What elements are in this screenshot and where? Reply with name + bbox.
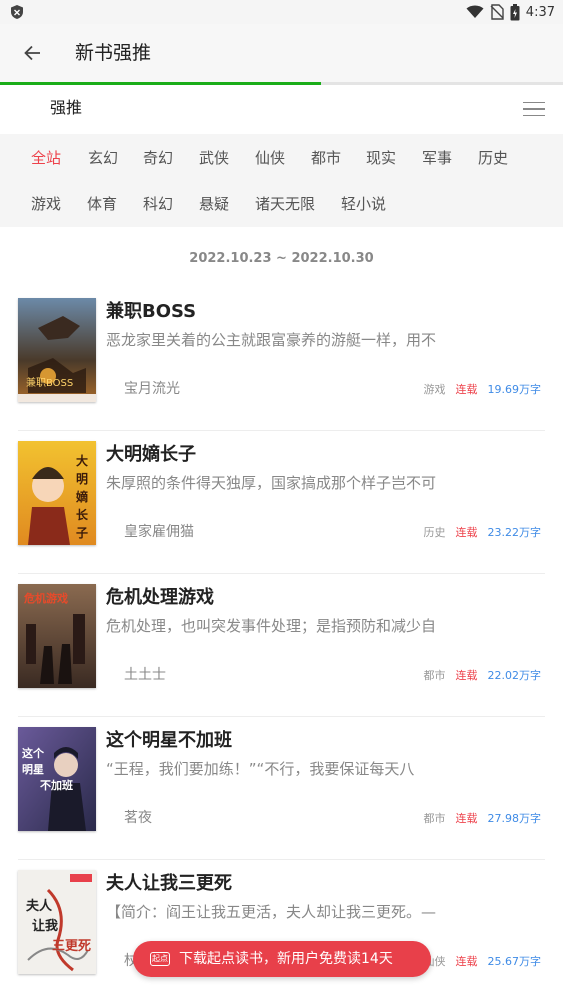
book-genre: 都市 (423, 669, 446, 682)
cover-title-2: 明 (76, 472, 88, 486)
tab-row: 强推 (0, 85, 563, 134)
cover-title-3: 不加班 (40, 778, 73, 792)
book-author: 皇家雇佣猫 (124, 524, 194, 540)
no-sim-icon (490, 4, 504, 20)
book-cover: 危机游戏 (18, 584, 96, 688)
category-item[interactable]: 科幻 (143, 194, 173, 214)
book-cover: 兼职BOSS (18, 298, 96, 402)
category-item[interactable]: 悬疑 (199, 194, 229, 214)
book-word-count: 23.22万字 (487, 526, 542, 539)
book-status: 连载 (455, 955, 478, 968)
app-bar: 新书强推 (0, 24, 563, 82)
book-genre: 都市 (423, 812, 446, 825)
book-description: 【简介：阎王让我五更活，夫人却让我三更死。— (106, 903, 437, 921)
arrow-left-icon (24, 45, 40, 61)
status-bar: 4:37 (0, 0, 563, 24)
page-title: 新书强推 (75, 42, 152, 64)
battery-icon (510, 3, 520, 21)
book-title: 兼职BOSS (106, 301, 197, 322)
book-item[interactable]: 大 明 嫡 长 子 大明嫡长子 朱厚照的条件得天独厚，国家搞成那个样子岂不可 皇… (0, 431, 563, 574)
book-status: 连载 (455, 669, 478, 682)
book-item[interactable]: 这个 明星 不加班 这个明星不加班 “王程，我们要加练！”“不行，我要保证每天八… (0, 717, 563, 860)
cover-title: 危机游戏 (23, 591, 68, 605)
category-item[interactable]: 全站 (31, 148, 61, 168)
category-item[interactable]: 玄幻 (88, 148, 118, 168)
book-cover: 夫人 让我 三更死 (18, 870, 96, 974)
cover-title-2: 明星 (22, 763, 44, 776)
download-app-button[interactable]: 起点 下载起点读书，新用户免费读14天 (133, 941, 431, 977)
book-meta: 仙侠 连载 25.67万字 (424, 954, 542, 970)
back-button[interactable] (18, 38, 48, 68)
tab-recommend[interactable]: 强推 (50, 97, 82, 119)
qidian-logo-icon: 起点 (150, 952, 170, 966)
book-status: 连载 (455, 812, 478, 825)
cover-title-4: 长 (76, 507, 89, 522)
category-item[interactable]: 游戏 (31, 194, 61, 214)
book-item[interactable]: 夫人 让我 三更死 夫人让我三更死 【简介：阎王让我五更活，夫人却让我三更死。—… (0, 860, 563, 1002)
book-genre: 历史 (423, 526, 446, 539)
book-cover: 大 明 嫡 长 子 (18, 441, 96, 545)
book-word-count: 22.02万字 (487, 669, 542, 682)
book-status: 连载 (455, 383, 478, 396)
category-item[interactable]: 仙侠 (255, 148, 285, 168)
download-banner-text: 下载起点读书，新用户免费读14天 (179, 951, 393, 967)
cover-title: 兼职BOSS (26, 376, 73, 389)
book-description: 危机处理，也叫突发事件处理；是指预防和减少自 (106, 617, 437, 635)
category-item[interactable]: 轻小说 (341, 194, 386, 214)
cover-title-3: 嫡 (76, 489, 88, 504)
book-word-count: 25.67万字 (487, 955, 542, 968)
category-item[interactable]: 都市 (311, 148, 341, 168)
category-item[interactable]: 奇幻 (143, 148, 173, 168)
category-item[interactable]: 现实 (366, 148, 396, 168)
category-item[interactable]: 武侠 (199, 148, 229, 168)
book-author: 茗夜 (124, 810, 152, 826)
book-description: 恶龙家里关着的公主就跟富豪养的游艇一样，用不 (106, 331, 437, 349)
book-author: 土土士 (124, 667, 166, 683)
category-item[interactable]: 历史 (478, 148, 508, 168)
book-title: 危机处理游戏 (106, 587, 214, 608)
clock-time: 4:37 (525, 4, 555, 20)
shield-icon (9, 4, 25, 20)
book-meta: 历史 连载 23.22万字 (424, 525, 542, 541)
date-range: 2022.10.23 ~ 2022.10.30 (189, 251, 374, 266)
menu-icon[interactable] (523, 99, 547, 119)
category-item[interactable]: 诸天无限 (255, 194, 315, 214)
book-title: 大明嫡长子 (106, 444, 196, 465)
book-meta: 都市 连载 22.02万字 (424, 668, 542, 684)
cover-title-1: 这个 (22, 746, 45, 760)
book-description: “王程，我们要加练！”“不行，我要保证每天八 (106, 760, 415, 778)
wifi-icon (466, 5, 484, 19)
category-item[interactable]: 军事 (422, 148, 452, 168)
book-meta: 都市 连载 27.98万字 (424, 811, 542, 827)
book-word-count: 27.98万字 (487, 812, 542, 825)
book-word-count: 19.69万字 (487, 383, 542, 396)
cover-title-5: 子 (76, 526, 88, 540)
category-item[interactable]: 体育 (87, 194, 117, 214)
book-item[interactable]: 兼职BOSS 兼职BOSS 恶龙家里关着的公主就跟富豪养的游艇一样，用不 宝月流… (0, 288, 563, 431)
book-title: 夫人让我三更死 (106, 873, 232, 894)
cover-title-1: 夫人 (26, 898, 53, 914)
cover-title-3: 三更死 (52, 939, 91, 954)
book-author: 宝月流光 (124, 381, 180, 397)
book-meta: 游戏 连载 19.69万字 (424, 382, 542, 398)
cover-title-1: 大 (76, 453, 88, 468)
book-title: 这个明星不加班 (106, 730, 232, 751)
category-filter-panel: 全站 玄幻 奇幻 武侠 仙侠 都市 现实 军事 历史 游戏 体育 科幻 悬疑 诸… (0, 134, 563, 227)
book-cover: 这个 明星 不加班 (18, 727, 96, 831)
book-genre: 游戏 (423, 383, 446, 396)
book-description: 朱厚照的条件得天独厚，国家搞成那个样子岂不可 (106, 474, 437, 492)
cover-title-2: 让我 (32, 918, 58, 934)
book-status: 连载 (455, 526, 478, 539)
book-item[interactable]: 危机游戏 危机处理游戏 危机处理，也叫突发事件处理；是指预防和减少自 土土士 都… (0, 574, 563, 717)
